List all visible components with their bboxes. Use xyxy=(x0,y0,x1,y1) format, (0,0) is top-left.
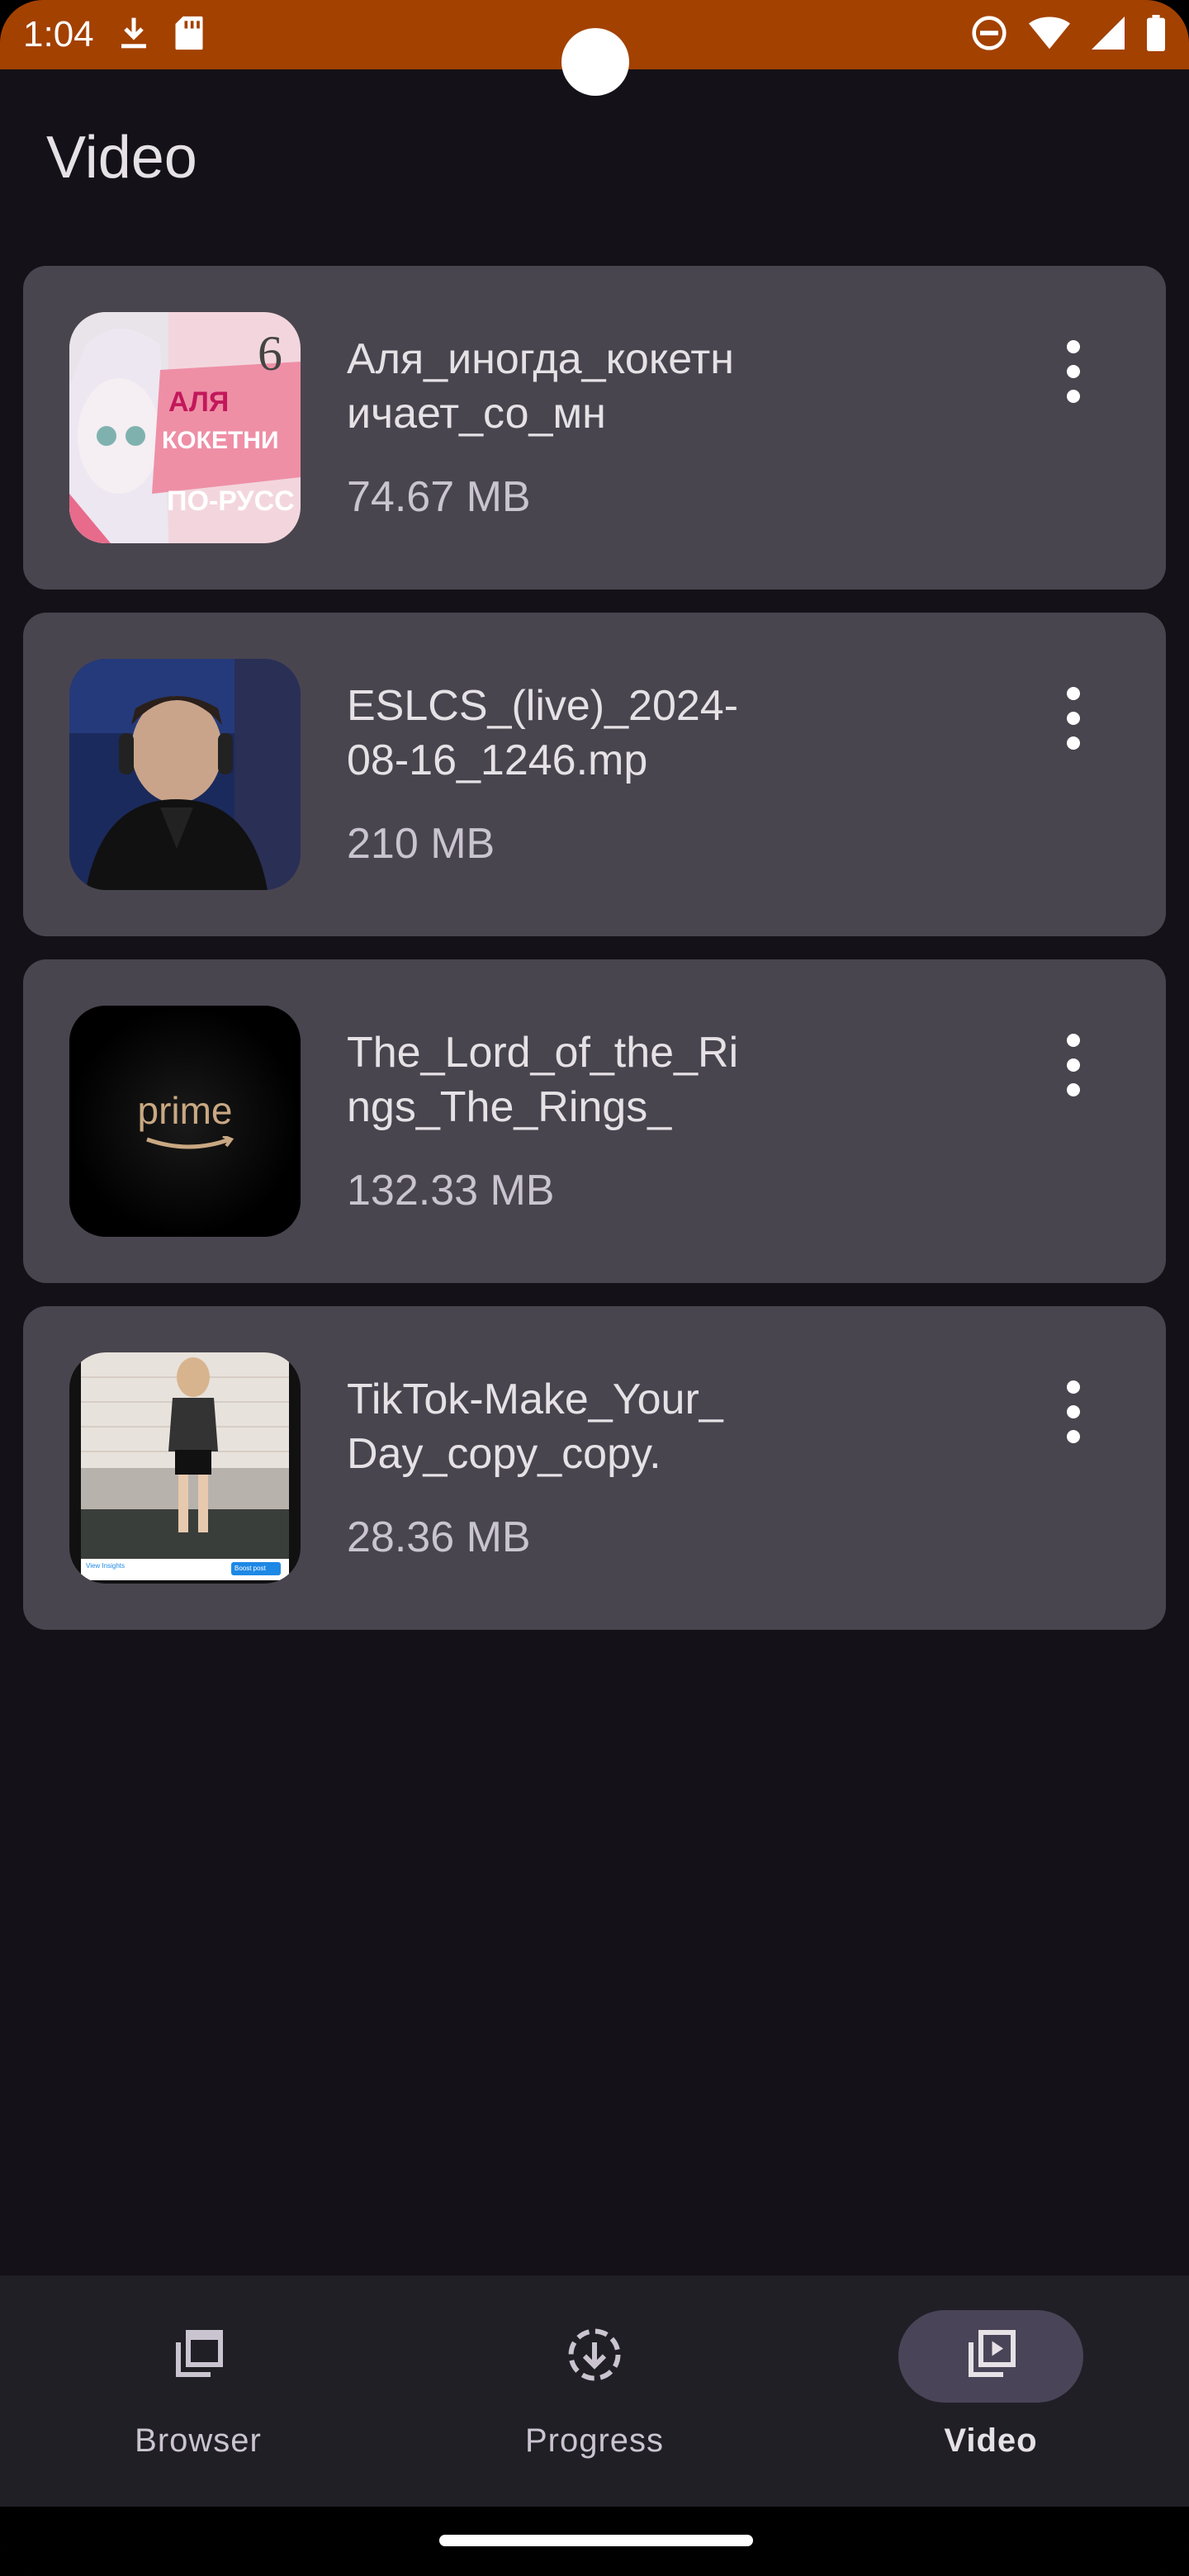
status-time: 1:04 xyxy=(23,14,94,54)
status-right xyxy=(971,14,1166,55)
svg-text:АЛЯ: АЛЯ xyxy=(168,386,229,418)
home-gesture-bar[interactable] xyxy=(439,2535,753,2546)
video-card[interactable]: ESLCS_(live)_2024-08-16_1246.mp 210 MB xyxy=(23,613,1166,936)
svg-text:6: 6 xyxy=(258,326,282,381)
more-options-icon[interactable] xyxy=(1034,332,1113,411)
nav-item-browser[interactable]: Browser xyxy=(0,2275,396,2507)
wifi-icon xyxy=(1029,17,1070,54)
video-size: 210 MB xyxy=(347,820,495,868)
svg-text:ПО-РУСС: ПО-РУСС xyxy=(167,485,295,517)
nav-label-progress: Progress xyxy=(524,2422,665,2459)
gamer-stream-thumbnail xyxy=(69,659,301,890)
video-title: The_Lord_of_the_Rings_The_Rings_ xyxy=(347,1029,739,1131)
do-not-disturb-icon xyxy=(971,15,1007,55)
video-size: 28.36 MB xyxy=(347,1513,531,1561)
camera-cutout xyxy=(561,28,629,96)
video-title: TikTok-Make_Your_Day_copy_copy. xyxy=(347,1376,723,1478)
svg-text:КОКЕТНИ: КОКЕТНИ xyxy=(162,427,279,454)
status-left: 1:04 xyxy=(23,14,205,55)
nav-item-video[interactable]: Video xyxy=(793,2275,1189,2507)
more-options-icon[interactable] xyxy=(1034,1372,1113,1451)
video-card[interactable]: View Insights Boost post TikTok-Make_You… xyxy=(23,1306,1166,1630)
thumb-caption-right: Boost post xyxy=(234,1565,266,1572)
nav-label-browser: Browser xyxy=(135,2422,262,2459)
download-icon xyxy=(117,15,150,55)
nav-label-video: Video xyxy=(944,2422,1038,2459)
anime-thumbnail: АЛЯ КОКЕТНИ ПО-РУСС 6 xyxy=(69,312,301,543)
nav-pill-video xyxy=(898,2310,1083,2403)
video-size: 132.33 MB xyxy=(347,1167,555,1215)
nav-pill-progress xyxy=(502,2310,687,2403)
prime-logo-text: prime xyxy=(137,1089,233,1132)
nav-item-progress[interactable]: Progress xyxy=(396,2275,793,2507)
video-title: Аля_иногда_кокетничает_со_мн xyxy=(347,335,734,438)
prime-logo-thumbnail: prime xyxy=(69,1006,301,1237)
more-options-icon[interactable] xyxy=(1034,1025,1113,1105)
battery-icon xyxy=(1146,14,1166,55)
page-title: Video xyxy=(46,125,197,191)
browser-tabs-icon xyxy=(168,2325,228,2389)
more-options-icon[interactable] xyxy=(1034,679,1113,758)
video-library-icon xyxy=(961,2325,1021,2389)
thumb-caption-left: View Insights xyxy=(86,1562,125,1570)
person-photo-thumbnail: View Insights Boost post xyxy=(69,1352,301,1584)
bottom-navigation: Browser Progress Video xyxy=(0,2275,1189,2507)
sd-card-icon xyxy=(173,15,205,55)
video-list: АЛЯ КОКЕТНИ ПО-РУСС 6 Аля_иногда_кокетни… xyxy=(23,266,1166,1653)
screen: 1:04 Video АЛЯ КОКЕТНИ ПО-РУСС 6 Аля_ино… xyxy=(0,0,1189,2576)
download-progress-icon xyxy=(565,2325,624,2389)
video-title: ESLCS_(live)_2024-08-16_1246.mp xyxy=(347,682,739,784)
video-card[interactable]: prime The_Lord_of_the_Rings_The_Rings_ 1… xyxy=(23,959,1166,1283)
video-size: 74.67 MB xyxy=(347,473,531,521)
cellular-signal-icon xyxy=(1092,16,1125,54)
nav-pill-browser xyxy=(106,2310,291,2403)
video-card[interactable]: АЛЯ КОКЕТНИ ПО-РУСС 6 Аля_иногда_кокетни… xyxy=(23,266,1166,590)
